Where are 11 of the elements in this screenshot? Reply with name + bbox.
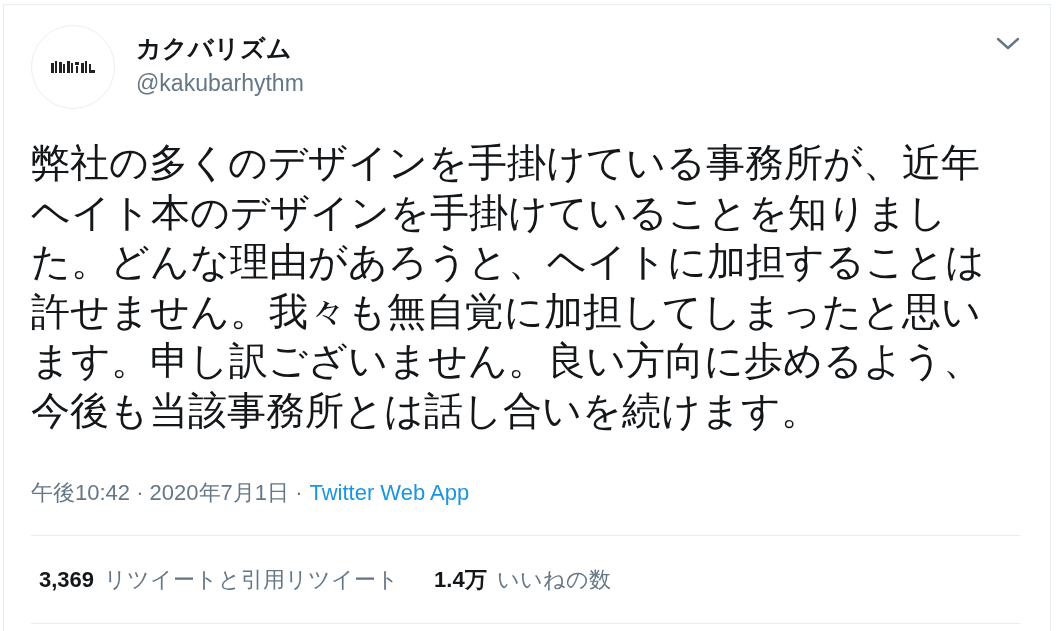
chevron-down-icon[interactable] [996, 37, 1020, 51]
author-name[interactable]: カクバリズム [136, 31, 304, 65]
stat-count[interactable]: 1.4万 [434, 562, 487, 596]
stat-count[interactable]: 3,369 [39, 562, 95, 596]
stat-label[interactable]: リツイートと引用リツイート [104, 562, 400, 596]
tweet-timestamp[interactable]: 午後10:42 · 2020年7月1日 · [31, 477, 303, 508]
tweet-text: 弊社の多くのデザインを手掛けている事務所が、近年ヘイト本のデザインを手掛けていることを知りました。どんな理由があろうと、ヘイトに加担することは許せません。我々も無自覚に加担してしまったと思います。申し訳ございません。良い方向に歩めるよう、今後も当該事務所とは話し合いを続けます。 [31, 140, 986, 434]
stat-label[interactable]: いいねの数 [496, 562, 611, 596]
source-link[interactable]: Twitter Web App [309, 477, 470, 508]
author-handle[interactable]: @kakubarhythm [136, 67, 304, 99]
logo-icon [51, 61, 95, 73]
